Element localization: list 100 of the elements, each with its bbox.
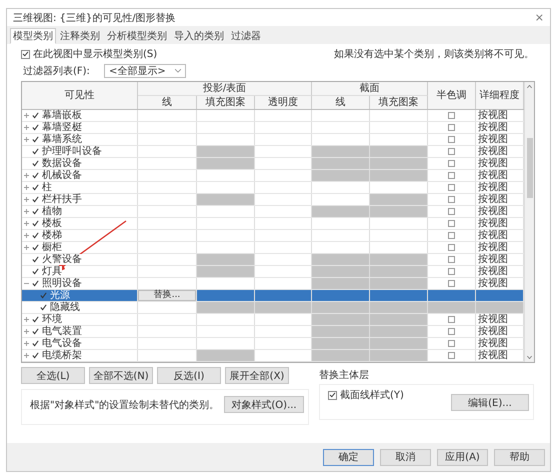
edit-button[interactable]: 编辑(E)... — [451, 394, 529, 411]
expand-icon[interactable] — [24, 329, 29, 334]
halftone-checkbox[interactable] — [448, 316, 455, 323]
detail-level[interactable]: 按视图 — [478, 194, 508, 205]
halftone-checkbox[interactable] — [448, 268, 455, 275]
halftone-checkbox[interactable] — [448, 136, 455, 143]
visibility-checkbox[interactable] — [32, 316, 40, 324]
halftone-checkbox[interactable] — [448, 340, 455, 347]
halftone-checkbox[interactable] — [448, 124, 455, 131]
halftone-checkbox[interactable] — [448, 208, 455, 215]
table-row[interactable]: 电气设备 按视图 — [22, 338, 524, 350]
collapse-icon[interactable] — [24, 281, 29, 286]
checkbox[interactable] — [21, 50, 30, 58]
dialog-button[interactable]: 确定 — [323, 448, 374, 466]
table-row[interactable]: 光源 替换... — [22, 290, 524, 302]
expand-icon[interactable] — [24, 113, 29, 118]
expand-icon[interactable] — [24, 233, 29, 238]
expand-icon[interactable] — [24, 137, 29, 142]
detail-level[interactable]: 按视图 — [478, 146, 508, 157]
halftone-checkbox[interactable] — [448, 328, 455, 335]
expand-icon[interactable] — [24, 173, 29, 178]
visibility-checkbox[interactable] — [32, 148, 40, 156]
scroll-up-icon[interactable] — [527, 85, 532, 88]
visibility-checkbox[interactable] — [32, 352, 40, 360]
visibility-checkbox[interactable] — [32, 340, 40, 348]
tab[interactable]: 模型类别 — [10, 28, 56, 44]
table-row[interactable]: 环境 按视图 — [22, 314, 524, 326]
detail-level[interactable]: 按视图 — [478, 110, 508, 121]
filter-dropdown[interactable]: <全部显示> — [104, 64, 186, 78]
visibility-checkbox[interactable] — [32, 268, 40, 276]
detail-level[interactable]: 按视图 — [478, 134, 508, 145]
expand-icon[interactable] — [24, 209, 29, 214]
halftone-checkbox[interactable] — [448, 244, 455, 251]
visibility-checkbox[interactable] — [32, 232, 40, 240]
detail-level[interactable]: 按视图 — [478, 326, 508, 337]
visibility-checkbox[interactable] — [40, 292, 48, 300]
table-row[interactable]: 幕墙竖梃 按视图 — [22, 122, 524, 134]
detail-level[interactable]: 按视图 — [478, 218, 508, 229]
detail-level[interactable]: 按视图 — [478, 122, 508, 133]
checkbox[interactable] — [328, 390, 337, 400]
detail-level[interactable]: 按视图 — [478, 278, 508, 289]
expand-icon[interactable] — [24, 353, 29, 358]
detail-level[interactable]: 按视图 — [478, 206, 508, 217]
detail-level[interactable]: 按视图 — [478, 338, 508, 349]
table-row[interactable]: 护理呼叫设备 按视图 — [22, 146, 524, 158]
close-button[interactable]: × — [534, 11, 544, 24]
expand-icon[interactable] — [24, 317, 29, 322]
halftone-checkbox[interactable] — [448, 112, 455, 119]
visibility-checkbox[interactable] — [32, 244, 40, 252]
visibility-checkbox[interactable] — [32, 256, 40, 264]
detail-level[interactable]: 按视图 — [478, 314, 508, 325]
expand-icon[interactable] — [24, 185, 29, 190]
table-row[interactable]: 机械设备 按视图 — [22, 170, 524, 182]
visibility-checkbox[interactable] — [32, 208, 40, 216]
tree-button[interactable]: 全部不选(N) — [89, 367, 153, 384]
expand-icon[interactable] — [24, 125, 29, 130]
visibility-checkbox[interactable] — [32, 172, 40, 180]
detail-level[interactable]: 按视图 — [478, 350, 508, 361]
dialog-button[interactable]: 取消 — [380, 448, 431, 466]
override-button[interactable]: 替换... — [138, 290, 196, 301]
halftone-checkbox[interactable] — [448, 172, 455, 179]
expand-icon[interactable] — [24, 221, 29, 226]
detail-level[interactable]: 按视图 — [478, 158, 508, 169]
halftone-checkbox[interactable] — [448, 232, 455, 239]
visibility-checkbox[interactable] — [32, 184, 40, 192]
table-row[interactable]: 电气装置 按视图 — [22, 326, 524, 338]
table-row[interactable]: 火警设备 按视图 — [22, 254, 524, 266]
table-row[interactable]: 楼梯 按视图 — [22, 230, 524, 242]
object-styles-button[interactable]: 对象样式(O)... — [224, 396, 304, 413]
halftone-checkbox[interactable] — [448, 280, 455, 287]
table-row[interactable]: 栏杆扶手 按视图 — [22, 194, 524, 206]
visibility-checkbox[interactable] — [32, 136, 40, 144]
table-row[interactable]: 数据设备 按视图 — [22, 158, 524, 170]
table-row[interactable]: 电缆桥架 按视图 — [22, 350, 524, 362]
halftone-checkbox[interactable] — [448, 148, 455, 155]
visibility-checkbox[interactable] — [32, 280, 40, 288]
expand-icon[interactable] — [24, 341, 29, 346]
visibility-checkbox[interactable] — [32, 160, 40, 168]
scroll-down-icon[interactable] — [527, 356, 532, 359]
visibility-checkbox[interactable] — [40, 304, 48, 312]
tree-button[interactable]: 展开全部(X) — [225, 367, 289, 384]
halftone-checkbox[interactable] — [448, 196, 455, 203]
dialog-button[interactable]: 应用(A) — [437, 448, 488, 466]
expand-icon[interactable] — [24, 197, 29, 202]
detail-level[interactable]: 按视图 — [478, 242, 508, 253]
tree-button[interactable]: 全选(L) — [21, 367, 85, 384]
table-row[interactable]: 隐藏线 — [22, 302, 524, 314]
halftone-checkbox[interactable] — [448, 352, 455, 359]
detail-level[interactable]: 按视图 — [478, 170, 508, 181]
scrollbar[interactable] — [524, 82, 534, 362]
visibility-checkbox[interactable] — [32, 112, 40, 120]
visibility-checkbox[interactable] — [32, 328, 40, 336]
detail-level[interactable]: 按视图 — [478, 266, 508, 277]
expand-icon[interactable] — [24, 245, 29, 250]
detail-level[interactable]: 按视图 — [478, 230, 508, 241]
dialog-button[interactable]: 帮助 — [494, 448, 545, 466]
table-row[interactable]: 楼板 按视图 — [22, 218, 524, 230]
halftone-checkbox[interactable] — [448, 184, 455, 191]
table-row[interactable]: 幕墙嵌板 按视图 — [22, 110, 524, 122]
tree-button[interactable]: 反选(I) — [157, 367, 221, 384]
